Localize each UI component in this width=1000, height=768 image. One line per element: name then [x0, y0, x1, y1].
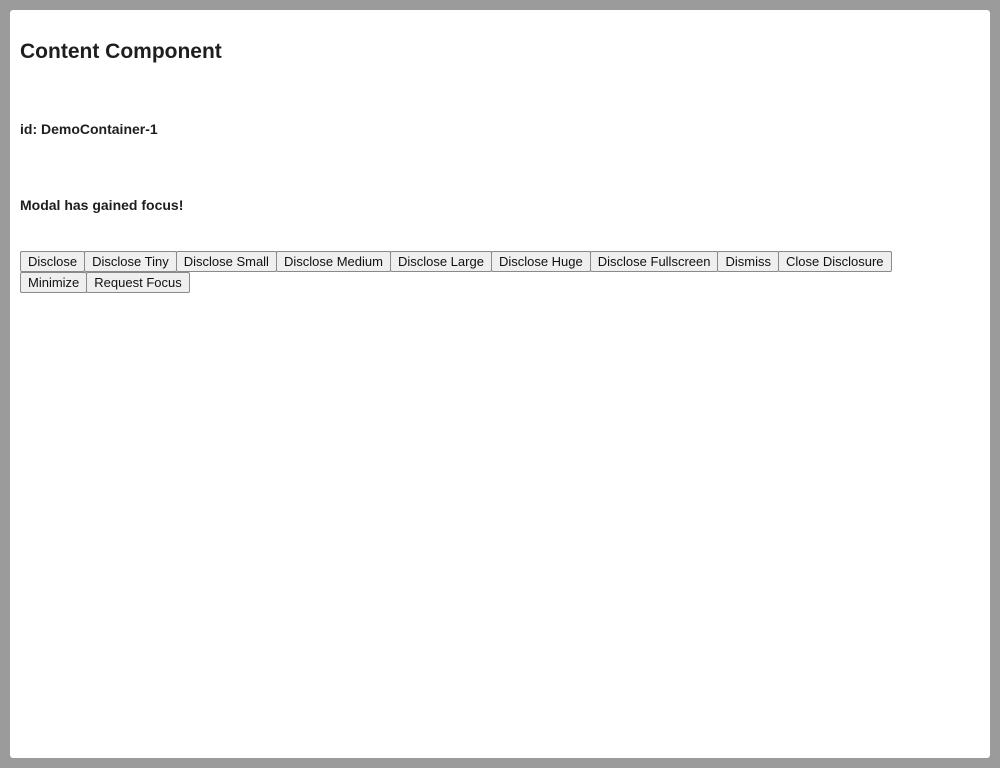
disclose-huge-button[interactable]: Disclose Huge — [490, 251, 591, 272]
content-component-panel: Content Component id: DemoContainer-1 Mo… — [10, 10, 990, 758]
request-focus-button[interactable]: Request Focus — [86, 272, 190, 293]
disclose-medium-button[interactable]: Disclose Medium — [275, 251, 391, 272]
button-group: Disclose Disclose Tiny Disclose Small Discl… — [20, 251, 940, 293]
close-disclosure-button[interactable]: Close Disclosure — [777, 251, 892, 272]
dismiss-button[interactable]: Dismiss — [717, 251, 779, 272]
minimize-button[interactable]: Minimize — [20, 272, 88, 293]
container-id-label: id: DemoContainer-1 — [20, 121, 158, 137]
disclose-button[interactable]: Disclose — [20, 251, 86, 272]
page-title: Content Component — [20, 40, 222, 63]
disclose-large-button[interactable]: Disclose Large — [389, 251, 492, 272]
disclose-fullscreen-button[interactable]: Disclose Fullscreen — [589, 251, 719, 272]
focus-status-message: Modal has gained focus! — [20, 197, 184, 213]
disclose-tiny-button[interactable]: Disclose Tiny — [84, 251, 177, 272]
disclose-small-button[interactable]: Disclose Small — [175, 251, 277, 272]
